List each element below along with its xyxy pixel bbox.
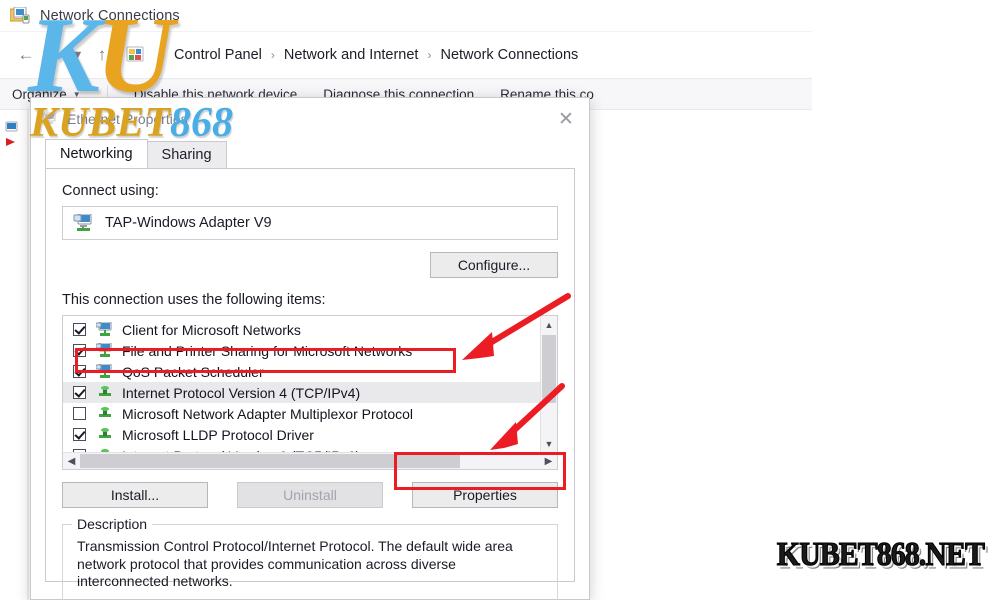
- breadcrumb-item-control-panel[interactable]: Control Panel: [174, 47, 262, 63]
- description-legend: Description: [72, 516, 153, 532]
- list-item[interactable]: File and Printer Sharing for Microsoft N…: [63, 340, 557, 361]
- items-label: This connection uses the following items…: [62, 292, 326, 308]
- network-client-icon: [95, 321, 114, 337]
- forward-arrow-icon[interactable]: →: [40, 41, 68, 69]
- tab-networking[interactable]: Networking: [45, 139, 148, 168]
- chevron-left-icon[interactable]: ◀: [63, 453, 80, 470]
- network-adapter-icon: [72, 213, 94, 232]
- chevron-down-icon[interactable]: ▼: [541, 435, 558, 452]
- connect-using-label: Connect using:: [62, 183, 159, 199]
- checkbox[interactable]: [73, 428, 86, 441]
- adapter-properties-icon: [43, 111, 59, 127]
- network-protocol-icon: [96, 427, 114, 442]
- scroll-track[interactable]: [541, 333, 558, 435]
- list-item-label: Client for Microsoft Networks: [122, 321, 301, 338]
- network-folder-icon: [9, 6, 30, 25]
- dialog-titlebar: Ethernet Properties ✕: [31, 98, 589, 140]
- network-client-icon: [95, 342, 114, 358]
- checkbox[interactable]: [73, 344, 86, 357]
- network-protocol-icon: [96, 385, 114, 400]
- dialog-title: Ethernet Properties: [67, 111, 188, 127]
- list-item[interactable]: Microsoft Network Adapter Multiplexor Pr…: [63, 403, 557, 424]
- chevron-up-icon[interactable]: ▲: [541, 316, 558, 333]
- chevron-right-icon[interactable]: ▶: [540, 453, 557, 470]
- scroll-track-horizontal[interactable]: [80, 453, 540, 470]
- tab-sharing[interactable]: Sharing: [146, 141, 227, 168]
- list-item-label: QoS Packet Scheduler: [122, 363, 264, 380]
- window-titlebar: Network Connections: [0, 0, 812, 32]
- control-panel-icon: [126, 46, 146, 64]
- list-item[interactable]: QoS Packet Scheduler: [63, 361, 557, 382]
- configure-button-row: Configure...: [62, 252, 558, 278]
- breadcrumb-item-network-and-internet[interactable]: Network and Internet: [284, 47, 419, 63]
- adapter-display-box: TAP-Windows Adapter V9: [62, 206, 558, 240]
- description-group: Description Transmission Control Protoco…: [62, 516, 558, 600]
- install-button[interactable]: Install...: [62, 482, 208, 508]
- scroll-thumb[interactable]: [541, 335, 556, 403]
- up-arrow-icon[interactable]: ↑: [88, 41, 116, 69]
- list-item[interactable]: Microsoft LLDP Protocol Driver: [63, 424, 557, 445]
- checkbox[interactable]: [73, 365, 86, 378]
- list-item-ipv4[interactable]: Internet Protocol Version 4 (TCP/IPv4): [63, 382, 557, 403]
- navigation-bar: ← → ▼ ↑ › Control Panel › Network and In…: [0, 32, 812, 78]
- vertical-scrollbar[interactable]: ▲ ▼: [540, 316, 557, 452]
- screenshot-root: Network Connections ← → ▼ ↑ › Control Pa…: [0, 0, 1000, 600]
- scroll-thumb-horizontal[interactable]: [80, 453, 460, 468]
- tab-sharing-label: Sharing: [161, 147, 212, 163]
- back-arrow-icon[interactable]: ←: [12, 41, 40, 69]
- list-item-label: Microsoft Network Adapter Multiplexor Pr…: [122, 405, 413, 422]
- tab-networking-label: Networking: [60, 146, 133, 162]
- list-item-label: File and Printer Sharing for Microsoft N…: [122, 342, 413, 359]
- components-list: Client for Microsoft Networks File and P…: [63, 316, 557, 452]
- checkbox[interactable]: [73, 386, 86, 399]
- horizontal-scrollbar[interactable]: ◀ ▶: [63, 452, 557, 469]
- adapter-name: TAP-Windows Adapter V9: [105, 215, 272, 231]
- components-listbox[interactable]: Client for Microsoft Networks File and P…: [62, 315, 558, 470]
- list-item[interactable]: Client for Microsoft Networks: [63, 319, 557, 340]
- properties-button[interactable]: Properties: [412, 482, 558, 508]
- checkbox[interactable]: [73, 407, 86, 420]
- window-title: Network Connections: [40, 7, 180, 24]
- breadcrumb: › Control Panel › Network and Internet ›…: [152, 47, 578, 63]
- ethernet-properties-dialog: Ethernet Properties ✕ Networking Sharing…: [30, 97, 590, 600]
- list-item-label: Microsoft LLDP Protocol Driver: [122, 426, 314, 443]
- description-text: Transmission Control Protocol/Internet P…: [77, 538, 513, 589]
- list-item[interactable]: Internet Protocol Version 6 (TCP/IPv6): [63, 445, 557, 452]
- list-item-label: Internet Protocol Version 4 (TCP/IPv4): [122, 384, 361, 401]
- breadcrumb-separator-1: ›: [270, 48, 275, 62]
- networking-tab-panel: Connect using: TAP-Windows Adapter V9 Co…: [45, 168, 575, 600]
- close-icon[interactable]: ✕: [543, 98, 589, 140]
- uninstall-button: Uninstall: [237, 482, 383, 508]
- breadcrumb-separator-2: ›: [427, 48, 432, 62]
- network-client-icon: [95, 363, 114, 379]
- action-button-row: Install... Uninstall Properties: [62, 482, 558, 508]
- breadcrumb-separator-0: ›: [161, 48, 165, 62]
- breadcrumb-item-network-connections[interactable]: Network Connections: [440, 47, 578, 63]
- network-adapter-icon: [4, 120, 24, 160]
- dialog-tabs: Networking Sharing: [45, 139, 575, 168]
- checkbox[interactable]: [73, 323, 86, 336]
- network-protocol-icon: [96, 406, 114, 421]
- navigation-pane: [0, 110, 28, 600]
- chevron-down-icon[interactable]: ▼: [68, 41, 88, 69]
- configure-button[interactable]: Configure...: [430, 252, 558, 278]
